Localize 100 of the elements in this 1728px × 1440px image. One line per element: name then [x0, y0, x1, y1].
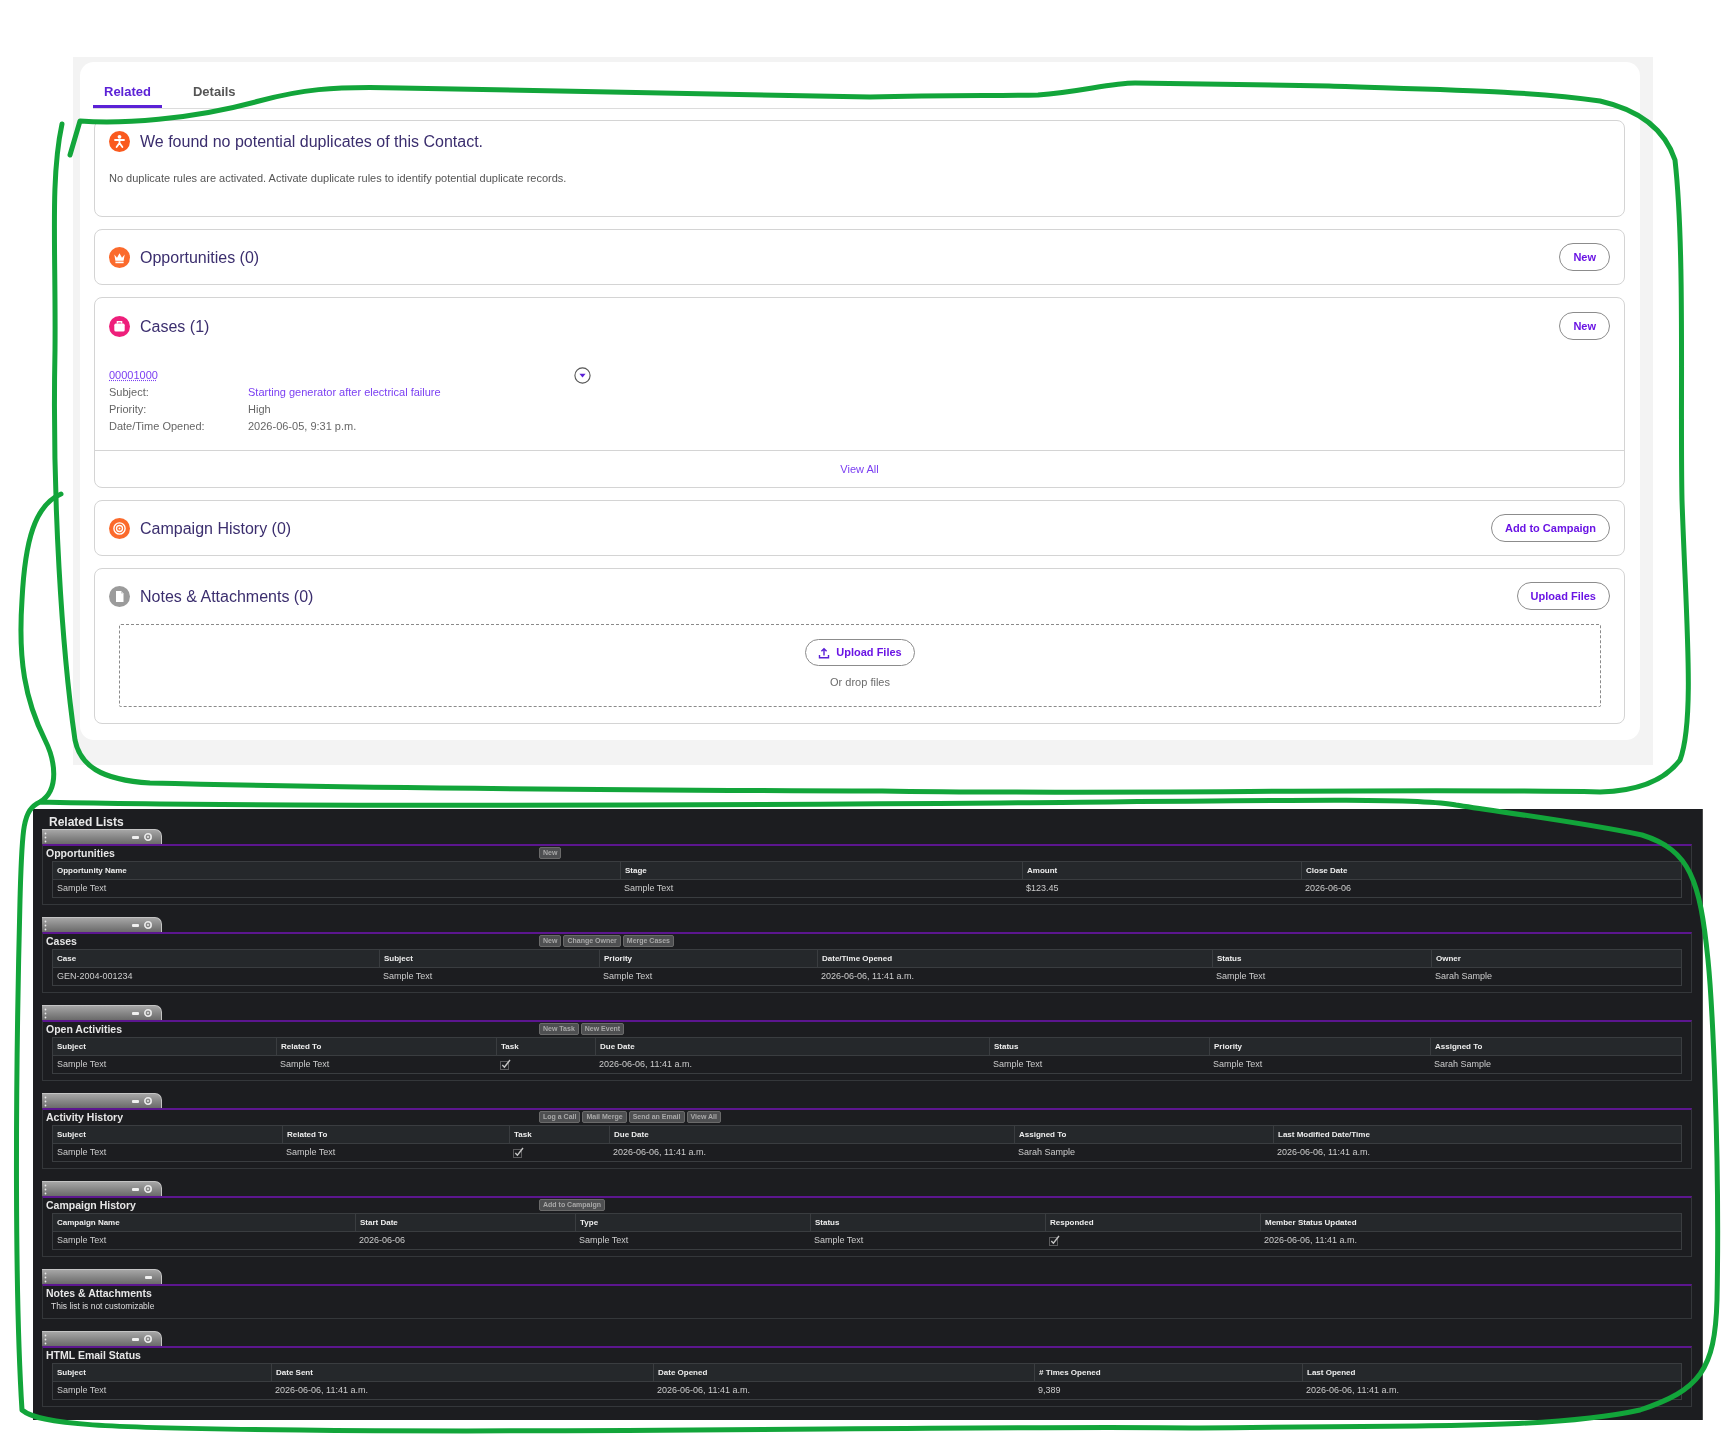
minus-icon[interactable]: [145, 1275, 152, 1279]
table-cell-text: 2026-06-06, 11:41 a.m.: [1263, 1233, 1358, 1247]
table-cell-text: Sample Text: [992, 1057, 1044, 1071]
table-cell-text: 2026-06-06, 11:41 a.m.: [656, 1383, 751, 1397]
section-drag-bar[interactable]: [42, 1093, 162, 1108]
crown-icon: [109, 246, 130, 268]
column-header: Date Opened: [653, 1364, 1034, 1381]
field-value: High: [248, 402, 271, 417]
table-cell-text: 2026-06-06: [358, 1233, 407, 1247]
table-cell-text: Sample Text: [56, 1145, 108, 1159]
column-header: Last Modified Date/Time: [1273, 1126, 1681, 1143]
card-title: Cases (1): [140, 316, 210, 337]
table-cell-text: 2026-06-06, 11:41 a.m.: [598, 1057, 693, 1071]
table-cell-text: 2026-06-06, 11:41 a.m.: [1305, 1383, 1400, 1397]
gear-icon[interactable]: [144, 1335, 152, 1343]
grip-icon[interactable]: [44, 1095, 47, 1107]
grip-icon[interactable]: [44, 919, 47, 931]
grip-icon[interactable]: [44, 1271, 47, 1283]
gear-icon[interactable]: [144, 1009, 152, 1017]
card-title: Campaign History (0): [140, 518, 292, 539]
target-icon: [109, 517, 130, 539]
column-header: Assigned To: [1014, 1126, 1273, 1143]
column-header: Status: [989, 1038, 1209, 1055]
briefcase-icon: [109, 315, 130, 337]
table-cell-text: Sample Text: [285, 1145, 337, 1159]
field-label: Subject:: [109, 385, 149, 400]
column-header: Case: [56, 952, 78, 965]
table-cell-text: Sample Text: [623, 881, 675, 895]
column-header: Related To: [276, 1038, 496, 1055]
field-value: 2026-06-05, 9:31 p.m.: [248, 419, 357, 434]
card-title: Notes & Attachments (0): [140, 586, 314, 607]
gear-icon[interactable]: [144, 833, 152, 841]
column-header: Amount: [1022, 862, 1301, 879]
grip-icon[interactable]: [44, 1183, 47, 1195]
table-cell-text: Sample Text: [56, 1057, 108, 1071]
table-cell-text: Sample Text: [602, 969, 654, 983]
column-header: Last Opened: [1302, 1364, 1681, 1381]
section-drag-bar[interactable]: [42, 1005, 162, 1020]
table-cell-text: $123.45: [1025, 881, 1060, 895]
column-header: Opportunity Name: [56, 864, 128, 877]
column-header: Campaign Name: [56, 1216, 121, 1229]
record-tab[interactable]: Details: [181, 78, 247, 108]
grip-icon[interactable]: [44, 1007, 47, 1019]
column-header: Close Date: [1301, 862, 1681, 879]
drop-hint: Or drop files: [830, 675, 890, 689]
minus-icon[interactable]: [132, 923, 139, 927]
section-title: HTML Email Status: [46, 1348, 141, 1362]
gear-icon[interactable]: [144, 921, 152, 929]
upload-icon: [818, 646, 831, 659]
table-cell-text: Sarah Sample: [1434, 969, 1494, 983]
view-all-link[interactable]: View All: [840, 460, 879, 478]
related-lists-heading: Related Lists: [49, 815, 124, 829]
minus-icon[interactable]: [132, 1337, 139, 1341]
case-number-link[interactable]: 00001000: [109, 367, 158, 384]
minus-icon[interactable]: [132, 1011, 139, 1015]
duplicates-title: We found no potential duplicates of this Contact.: [140, 132, 484, 152]
action-button[interactable]: New: [1559, 243, 1610, 271]
grip-icon[interactable]: [44, 1333, 47, 1345]
column-header: Date/Time Opened: [817, 950, 1212, 967]
gear-icon[interactable]: [144, 1185, 152, 1193]
record-tab[interactable]: Related: [93, 78, 162, 108]
table-cell-text: Sample Text: [1215, 969, 1267, 983]
column-header: Subject: [56, 1040, 87, 1053]
column-header: Date Sent: [271, 1364, 653, 1381]
dropdown-icon[interactable]: [574, 367, 591, 384]
table-cell-text: 2026-06-06, 11:41 a.m.: [274, 1383, 369, 1397]
column-header: # Times Opened: [1034, 1364, 1302, 1381]
table-cell-text: 2026-06-06, 11:41 a.m.: [1276, 1145, 1371, 1159]
section-drag-bar[interactable]: [42, 829, 162, 844]
table-cell-text: Sample Text: [578, 1233, 630, 1247]
table-cell-text: Sample Text: [56, 1383, 108, 1397]
table-cell-text: Sample Text: [56, 881, 108, 895]
section-title: Notes & Attachments: [46, 1286, 152, 1300]
action-button[interactable]: Upload Files: [1516, 582, 1610, 610]
section-drag-bar[interactable]: [42, 1181, 162, 1196]
file-drop-zone[interactable]: Upload Files Or drop files: [119, 624, 1601, 707]
minus-icon[interactable]: [132, 1099, 139, 1103]
section-drag-bar[interactable]: [42, 917, 162, 932]
column-header: Priority: [1209, 1038, 1430, 1055]
minus-icon[interactable]: [132, 835, 139, 839]
gear-icon[interactable]: [144, 1097, 152, 1105]
table-cell-text: Sample Text: [279, 1057, 331, 1071]
action-button[interactable]: Add to Campaign: [1490, 514, 1610, 542]
section-drag-bar[interactable]: [42, 1331, 162, 1346]
column-header: Priority: [599, 950, 817, 967]
grip-icon[interactable]: [44, 831, 47, 843]
column-header: Due Date: [595, 1038, 989, 1055]
card-title: Opportunities (0): [140, 247, 260, 268]
minus-icon[interactable]: [132, 1187, 139, 1191]
column-header: Due Date: [609, 1126, 1014, 1143]
section-title: Open Activities: [46, 1022, 123, 1036]
upload-files-button[interactable]: Upload Files: [805, 639, 915, 666]
section-title: Campaign History: [46, 1198, 136, 1212]
column-header: Responded: [1045, 1214, 1260, 1231]
section-drag-bar[interactable]: [42, 1269, 162, 1284]
duplicates-message: No duplicate rules are activated. Activate duplicate rules to identify potential duplicate records.: [109, 171, 567, 185]
field-label: Date/Time Opened:: [109, 419, 205, 434]
case-subject-link[interactable]: Starting generator after electrical failure: [248, 384, 441, 401]
column-header: Subject: [56, 1366, 87, 1379]
action-button[interactable]: New: [1559, 312, 1610, 340]
